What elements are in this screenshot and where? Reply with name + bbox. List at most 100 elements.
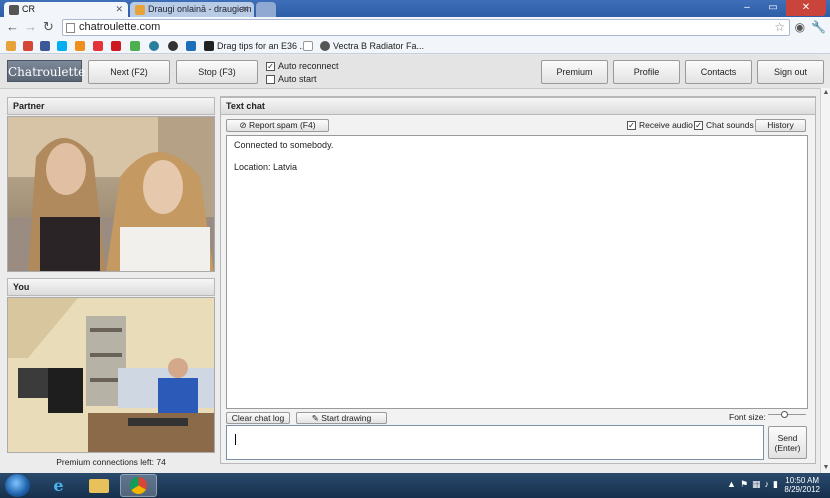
partner-header: Partner — [7, 97, 215, 115]
address-bar[interactable]: chatroulette.com ☆ — [62, 19, 790, 36]
dark-bookmark[interactable] — [168, 40, 178, 51]
youtube-bookmark[interactable] — [111, 40, 121, 51]
scroll-up-icon[interactable]: ▲ — [821, 88, 830, 98]
checkbox-label: Chat sounds — [706, 120, 754, 130]
taskbar-explorer[interactable] — [80, 474, 117, 497]
bird-icon — [320, 40, 330, 51]
close-tab-icon[interactable]: ✕ — [241, 4, 249, 15]
volume-icon[interactable]: ♪ — [765, 479, 770, 490]
window-close-icon[interactable]: ✕ — [786, 0, 826, 16]
facebook-icon — [40, 40, 50, 51]
start-button[interactable] — [5, 474, 30, 497]
new-tab-button[interactable] — [256, 2, 276, 17]
green-bookmark[interactable] — [130, 40, 140, 51]
toolbar-extensions: ◉ 🔧 — [795, 20, 826, 34]
window-controls: – ▭ ✕ — [734, 0, 826, 16]
chatroulette-page: Chatroulette Next (F2) Stop (F3) ✓ Auto … — [0, 55, 824, 473]
blue-bookmark[interactable] — [186, 40, 196, 51]
forward-arrow-icon[interactable]: → — [24, 20, 37, 34]
font-size-slider[interactable] — [768, 411, 806, 418]
taskbar-chrome[interactable] — [120, 474, 157, 497]
ebay-bookmark[interactable] — [93, 40, 103, 51]
receive-audio-checkbox[interactable]: ✓ Receive audio — [627, 120, 693, 130]
bookmark-drag-tips[interactable]: Drag tips for an E36 ... — [204, 40, 307, 51]
send-button[interactable]: Send (Enter) — [768, 426, 807, 459]
blank-page-icon — [303, 40, 313, 51]
partner-video-image — [8, 117, 214, 271]
top-bar: Chatroulette Next (F2) Stop (F3) ✓ Auto … — [0, 55, 824, 89]
minimize-icon[interactable]: – — [734, 0, 760, 16]
tab-title: CR — [22, 4, 35, 14]
pencil-icon: ✎ — [311, 413, 322, 423]
checkbox-checked-icon: ✓ — [266, 61, 275, 71]
your-video — [7, 297, 215, 453]
history-button[interactable]: History — [755, 119, 806, 132]
auto-start-checkbox[interactable]: Auto start — [266, 74, 317, 84]
network-icon[interactable]: ▦ — [752, 479, 761, 490]
checkbox-checked-icon: ✓ — [694, 120, 703, 130]
scroll-down-icon[interactable]: ▼ — [821, 463, 830, 473]
report-spam-button[interactable]: ⊘ Report spam (F4) — [226, 119, 329, 132]
apps-bookmark[interactable] — [6, 40, 16, 51]
taskbar-internet-explorer[interactable]: e — [40, 474, 77, 497]
youtube-icon — [111, 40, 121, 51]
profile-button[interactable]: Profile — [613, 60, 680, 84]
taskbar-clock[interactable]: 10:50 AM 8/29/2012 — [784, 476, 820, 494]
facebook-bookmark[interactable] — [40, 40, 50, 51]
start-drawing-label: Start drawing — [321, 413, 372, 423]
chatroulette-logo[interactable]: Chatroulette — [7, 60, 85, 82]
your-video-image — [8, 298, 214, 452]
gmail-icon — [23, 40, 33, 51]
apps-icon — [6, 40, 16, 51]
ebay-icon — [93, 40, 103, 51]
clock-date: 8/29/2012 — [784, 485, 820, 494]
close-tab-icon[interactable]: ✕ — [115, 4, 123, 15]
premium-button[interactable]: Premium — [541, 60, 608, 84]
bmw-icon — [204, 40, 214, 51]
wrench-icon[interactable]: 🔧 — [811, 20, 826, 34]
odnoklassniki-bookmark[interactable] — [75, 40, 85, 51]
maximize-icon[interactable]: ▭ — [760, 0, 786, 16]
chat-sounds-checkbox[interactable]: ✓ Chat sounds — [694, 120, 754, 130]
extension-icon[interactable]: ◉ — [795, 20, 805, 34]
system-tray: ▲ ⚑ ▦ ♪ ▮ — [727, 479, 778, 490]
browser-toolbar: ← → ↻ chatroulette.com ☆ ◉ 🔧 — [0, 17, 830, 38]
back-arrow-icon[interactable]: ← — [6, 20, 19, 34]
contacts-button[interactable]: Contacts — [685, 60, 752, 84]
browser-tab-strip: CR ✕ Draugi onlainā - draugiem ✕ – ▭ ✕ — [0, 0, 830, 17]
start-drawing-button[interactable]: ✎ Start drawing — [296, 412, 387, 424]
chat-message: Connected to somebody. — [234, 140, 334, 150]
checkbox-checked-icon: ✓ — [627, 120, 636, 130]
font-size-label: Font size: — [729, 412, 766, 422]
battery-icon[interactable]: ▮ — [773, 479, 778, 490]
gmail-bookmark[interactable] — [23, 40, 33, 51]
circle-bookmark[interactable] — [149, 40, 159, 51]
tab-draugiem[interactable]: Draugi onlainā - draugiem ✕ — [130, 2, 254, 17]
blue-site-icon — [186, 40, 196, 51]
skype-icon — [57, 40, 67, 51]
chat-log: Connected to somebody. Location: Latvia — [226, 135, 808, 409]
reload-icon[interactable]: ↻ — [43, 20, 54, 34]
page-bookmark[interactable] — [303, 40, 313, 51]
sign-out-button[interactable]: Sign out — [757, 60, 824, 84]
premium-connections-left: Premium connections left: 74 — [56, 457, 166, 467]
text-caret — [235, 434, 236, 445]
next-button[interactable]: Next (F2) — [88, 60, 170, 84]
chat-message: Location: Latvia — [234, 162, 298, 172]
tray-arrow-icon[interactable]: ▲ — [727, 479, 736, 490]
bookmark-vectra[interactable]: Vectra B Radiator Fa... — [320, 40, 424, 51]
auto-reconnect-checkbox[interactable]: ✓ Auto reconnect — [266, 61, 339, 71]
green-site-icon — [130, 40, 140, 51]
flag-icon[interactable]: ⚑ — [740, 479, 748, 490]
bookmark-label: Drag tips for an E36 ... — [217, 40, 308, 51]
message-input[interactable] — [226, 425, 764, 460]
clear-chat-log-button[interactable]: Clear chat log — [226, 412, 290, 424]
slider-knob[interactable] — [781, 411, 788, 418]
bookmark-label: Vectra B Radiator Fa... — [333, 40, 425, 51]
internet-explorer-icon: e — [53, 476, 64, 495]
tab-cr[interactable]: CR ✕ — [4, 2, 128, 17]
bookmark-star-icon[interactable]: ☆ — [774, 20, 785, 34]
stop-button[interactable]: Stop (F3) — [176, 60, 258, 84]
page-scrollbar[interactable]: ▲ ▼ — [820, 88, 830, 473]
skype-bookmark[interactable] — [57, 40, 67, 51]
